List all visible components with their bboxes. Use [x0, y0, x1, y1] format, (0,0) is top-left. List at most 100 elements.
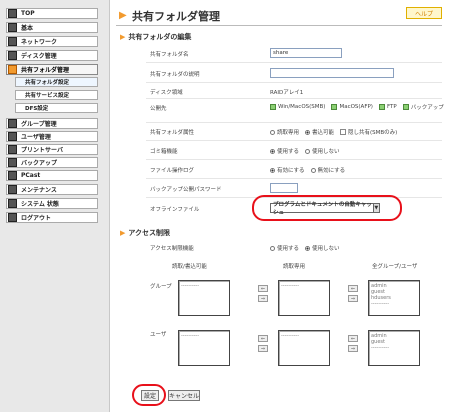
- highlight-oval: [132, 384, 166, 406]
- nav-item-basic[interactable]: 基本: [6, 22, 98, 33]
- user-ro-list[interactable]: ----------: [278, 330, 330, 366]
- publish-ftp-label: FTP: [386, 104, 397, 110]
- list-placeholder: ----------: [371, 345, 390, 351]
- radio-icon: [310, 167, 316, 173]
- radio-selected-icon: [305, 245, 311, 251]
- attr-readonly[interactable]: 読取専用: [270, 128, 299, 136]
- list-placeholder: ----------: [281, 283, 300, 289]
- pcast-icon: [8, 171, 17, 180]
- group-ro-list[interactable]: ----------: [278, 280, 330, 316]
- nav-item-user[interactable]: ユーザ管理: [6, 131, 98, 142]
- folder-description-input[interactable]: [270, 68, 394, 78]
- sub-item-dfs[interactable]: DFS設定: [15, 103, 98, 113]
- radio-selected-icon: [270, 167, 275, 173]
- nav-item-maintenance[interactable]: メンテナンス: [6, 184, 98, 195]
- col-all-label: 全グループ/ユーザ: [372, 264, 418, 270]
- nav-item-shared-folder[interactable]: 共有フォルダ管理: [6, 64, 98, 75]
- trash-use[interactable]: 使用する: [270, 147, 299, 155]
- divider: [146, 159, 442, 160]
- edit-section-title: ▶ 共有フォルダの編集: [120, 32, 191, 42]
- section-bullet-icon: ▶: [120, 229, 126, 237]
- arrow-left-icon[interactable]: ⇐: [258, 285, 268, 292]
- log-disable[interactable]: 無効にする: [310, 166, 346, 174]
- nav-item-top[interactable]: TOP: [6, 8, 98, 19]
- nav-item-print[interactable]: プリントサーバ: [6, 144, 98, 155]
- arrow-right-icon[interactable]: ⇒: [348, 295, 358, 302]
- nav-item-network[interactable]: ネットワーク: [6, 36, 98, 47]
- attr-hidden-label: 隠し共有(SMBのみ): [348, 130, 398, 136]
- group-arrows-2: ⇐ ⇒: [348, 285, 358, 302]
- publish-smb[interactable]: Win/MacOS(SMB): [270, 104, 325, 110]
- disk-icon: [8, 51, 17, 60]
- help-button[interactable]: ヘルプ: [406, 7, 442, 19]
- checkbox-checked-icon: [378, 104, 385, 110]
- group-all-list[interactable]: admin guest hdusers ----------: [368, 280, 420, 316]
- nav-item-disk[interactable]: ディスク管理: [6, 50, 98, 61]
- trash-nouse[interactable]: 使用しない: [305, 147, 340, 155]
- publish-afp[interactable]: MacOS(AFP): [331, 104, 373, 110]
- main-content: ▶ 共有フォルダ管理 ヘルプ ▶ 共有フォルダの編集 共有フォルダ名 share …: [110, 0, 450, 412]
- attr-writable[interactable]: 書込可能: [305, 128, 334, 136]
- nav-label: 基本: [21, 25, 34, 32]
- log-enable-label: 有効にする: [277, 168, 305, 174]
- page-header: ▶ 共有フォルダ管理 ヘルプ: [116, 6, 442, 26]
- nav-item-group[interactable]: グループ管理: [6, 118, 98, 129]
- highlight-oval: [252, 195, 402, 221]
- arrow-left-icon[interactable]: ⇐: [258, 335, 268, 342]
- publish-backup[interactable]: バックアップ: [402, 103, 444, 111]
- divider: [146, 178, 442, 179]
- radio-icon: [305, 148, 311, 154]
- section-bullet-icon: ▶: [120, 33, 126, 41]
- arrow-right-icon[interactable]: ⇒: [348, 345, 358, 352]
- attr-readonly-label: 読取専用: [277, 130, 300, 136]
- nav-item-pcast[interactable]: PCast: [6, 170, 98, 181]
- publish-smb-label: Win/MacOS(SMB): [278, 104, 326, 110]
- nav-label: TOP: [21, 10, 35, 17]
- log-label: ファイル操作ログ: [150, 168, 195, 174]
- attr-hidden[interactable]: 隠し共有(SMBのみ): [340, 128, 397, 136]
- sidebar: TOP 基本 ネットワーク ディスク管理 共有フォルダ管理 共有フォルダ設定 共…: [0, 0, 110, 412]
- nav-item-backup[interactable]: バックアップ: [6, 157, 98, 168]
- sub-label: 共有フォルダ設定: [25, 80, 70, 86]
- divider: [146, 122, 442, 123]
- group-rw-list[interactable]: ----------: [178, 280, 230, 316]
- user-all-list[interactable]: admin guest ----------: [368, 330, 420, 366]
- cancel-button[interactable]: キャンセル: [168, 390, 200, 401]
- nav-label: ディスク管理: [21, 53, 57, 60]
- top-icon: [8, 9, 17, 18]
- nav-label: バックアップ: [21, 160, 58, 167]
- folder-name-input[interactable]: share: [270, 48, 342, 58]
- publish-ftp[interactable]: FTP: [378, 104, 397, 110]
- list-placeholder: ----------: [371, 301, 390, 307]
- log-disable-label: 無効にする: [317, 168, 346, 174]
- nav-item-system-status[interactable]: システム 状態: [6, 198, 98, 209]
- col-rw-label: 読取/書込可能: [172, 264, 207, 270]
- group-icon: [8, 119, 17, 128]
- publish-backup-label: バックアップ: [410, 105, 444, 111]
- list-placeholder: ----------: [181, 333, 200, 339]
- publish-options: Win/MacOS(SMB) MacOS(AFP) FTP バックアップ: [270, 103, 450, 111]
- radio-selected-icon: [270, 148, 275, 154]
- basic-icon: [8, 23, 17, 32]
- arrow-left-icon[interactable]: ⇐: [348, 335, 358, 342]
- arrow-right-icon[interactable]: ⇒: [258, 295, 268, 302]
- checkbox-checked-icon: [331, 104, 338, 110]
- nav-item-logout[interactable]: ログアウト: [6, 212, 98, 223]
- sub-item-share-service[interactable]: 共有サービス設定: [15, 90, 98, 100]
- restrict-use[interactable]: 使用する: [270, 244, 299, 252]
- arrow-right-icon[interactable]: ⇒: [258, 345, 268, 352]
- radio-icon: [270, 245, 275, 251]
- divider: [146, 82, 442, 83]
- checkbox-checked-icon: [402, 104, 409, 110]
- log-enable[interactable]: 有効にする: [270, 166, 305, 174]
- maintenance-icon: [8, 185, 17, 194]
- backup-password-input[interactable]: [270, 183, 298, 193]
- nav-label: メンテナンス: [21, 187, 57, 194]
- restrict-nouse[interactable]: 使用しない: [305, 244, 340, 252]
- user-label: ユーザ: [150, 332, 167, 338]
- status-icon: [8, 199, 17, 208]
- sub-item-folder-settings[interactable]: 共有フォルダ設定: [15, 77, 98, 87]
- publish-label: 公開先: [150, 106, 167, 112]
- arrow-left-icon[interactable]: ⇐: [348, 285, 358, 292]
- user-rw-list[interactable]: ----------: [178, 330, 230, 366]
